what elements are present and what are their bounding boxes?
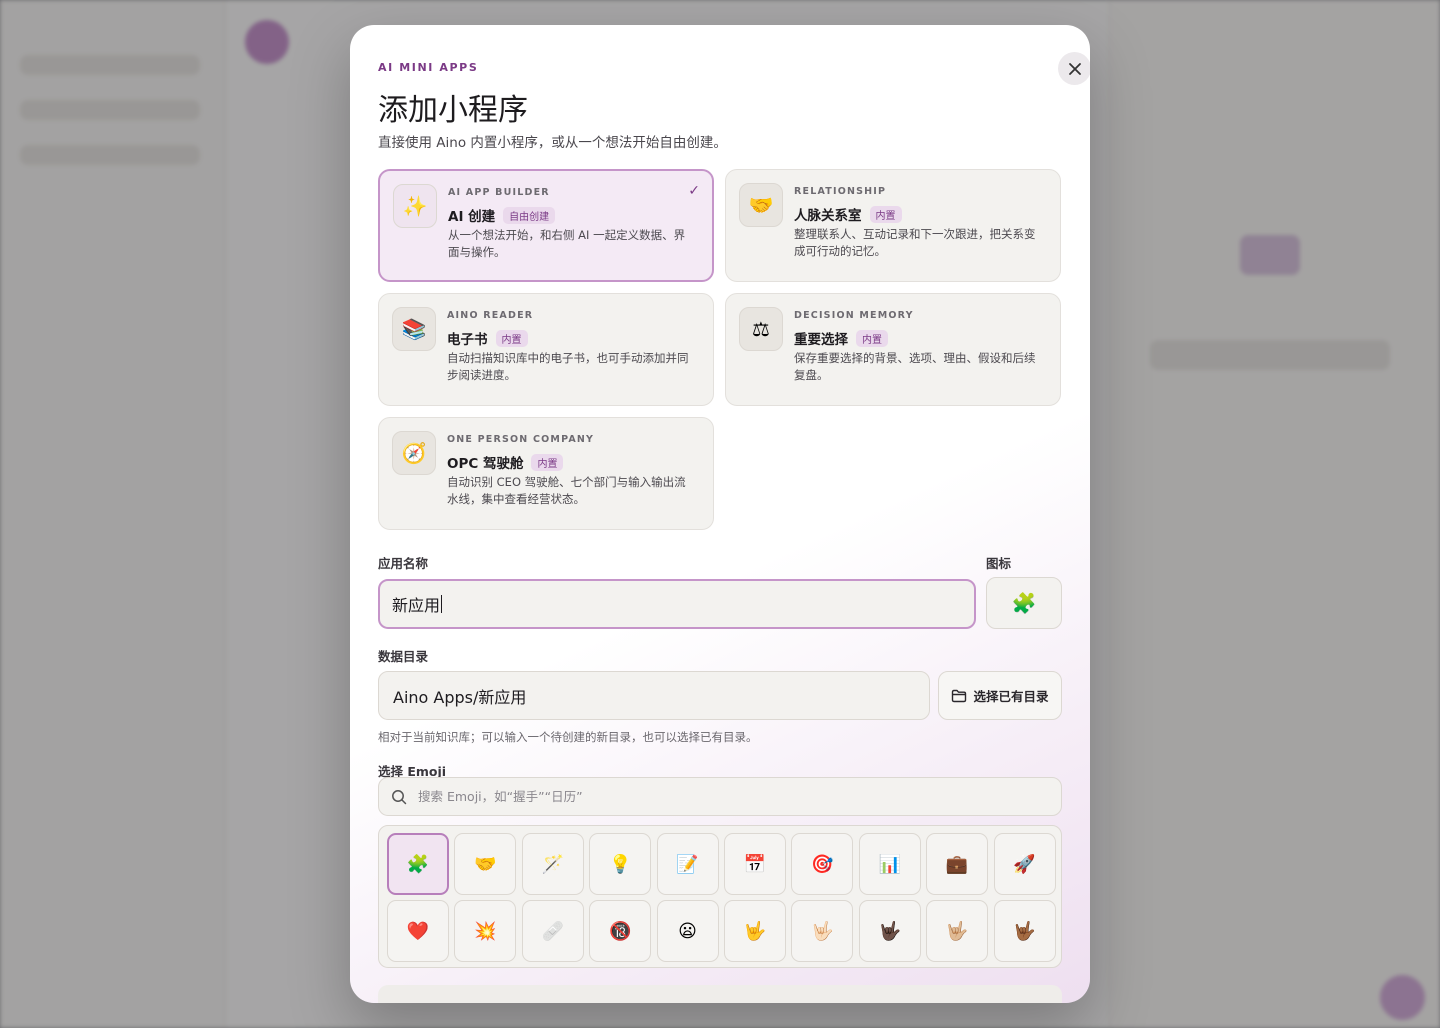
emoji-option[interactable]: 📅 [723, 833, 786, 895]
data-dir-value: Aino Apps/新应用 [393, 687, 527, 707]
card-kicker: DECISION MEMORY [794, 310, 914, 321]
emoji-option[interactable]: 🚀 [993, 833, 1056, 895]
data-dir-hint: 相对于当前知识库；可以输入一个待创建的新目录，也可以选择已有目录。 [378, 730, 758, 744]
card-badge: 内置 [531, 453, 564, 471]
choose-existing-dir-button[interactable]: 选择已有目录 [938, 671, 1062, 720]
close-button[interactable] [1058, 52, 1090, 85]
emoji-grid: 🧩 🤝 🪄 💡 📝 📅 🎯 📊 💼 🚀 ❤️ 💥 🩹 🔞 😦 🤟 🤟🏻 🤟🏿 🤟… [378, 825, 1062, 968]
emoji-option[interactable]: 📝 [656, 833, 719, 895]
dialog-subtitle: 直接使用 Aino 内置小程序，或从一个想法开始自由创建。 [378, 135, 727, 151]
dialog-title: 添加小程序 [378, 93, 528, 128]
card-kicker: AINO READER [447, 310, 534, 321]
check-icon: ✓ [688, 183, 700, 199]
card-description: 自动扫描知识库中的电子书，也可手动添加并同步阅读进度。 [447, 351, 689, 382]
next-section-peek [378, 985, 1062, 1003]
card-kicker: ONE PERSON COMPANY [447, 434, 595, 445]
emoji-option[interactable]: 🤝 [454, 833, 517, 895]
card-description: 从一个想法开始，和右侧 AI 一起定义数据、界面与操作。 [448, 228, 686, 259]
app-name-input[interactable]: 新应用 [378, 579, 976, 629]
icon-label: 图标 [986, 556, 1012, 571]
card-badge: 自由创建 [503, 206, 556, 224]
choose-dir-label: 选择已有目录 [973, 689, 1049, 704]
card-name: OPC 驾驶舱 内置 [447, 452, 564, 472]
data-dir-label: 数据目录 [378, 649, 429, 664]
card-badge: 内置 [856, 329, 888, 347]
emoji-option[interactable]: 💥 [454, 900, 517, 962]
app-name-value: 新应用 [392, 596, 441, 615]
card-badge: 内置 [869, 205, 902, 223]
sparkles-icon: ✨ [393, 184, 437, 228]
emoji-search [378, 777, 1062, 816]
puzzle-icon: 🧩 [1011, 591, 1037, 615]
card-description: 保存重要选择的背景、选项、理由、假设和后续复盘。 [794, 351, 1036, 382]
emoji-option[interactable]: 🩹 [521, 900, 584, 962]
data-dir-input[interactable]: Aino Apps/新应用 [378, 671, 930, 720]
emoji-option[interactable]: ❤️ [387, 900, 449, 962]
emoji-option[interactable]: 🎯 [791, 833, 854, 895]
emoji-option[interactable]: 😦 [656, 900, 719, 962]
template-card-reader[interactable]: 📚 AINO READER 电子书 内置 自动扫描知识库中的电子书，也可手动添加并… [378, 293, 714, 406]
card-description: 整理联系人、互动记录和下一次跟进，把关系变成可行动的记忆。 [794, 227, 1036, 258]
emoji-option[interactable]: 💼 [926, 833, 989, 895]
emoji-search-input[interactable] [416, 788, 1020, 805]
emoji-option[interactable]: 🪄 [521, 833, 584, 895]
card-name: 电子书 内置 [447, 328, 528, 348]
emoji-option[interactable]: 🤟🏿 [858, 900, 921, 962]
card-title: 人脉关系室 [794, 208, 862, 224]
card-name: 重要选择 内置 [794, 328, 888, 348]
template-card-ai-builder[interactable]: ✨ AI APP BUILDER AI 创建 自由创建 从一个想法开始，和右侧 A… [378, 169, 714, 282]
emoji-option[interactable]: 🤟🏾 [993, 900, 1056, 962]
template-card-relationship[interactable]: 🤝 RELATIONSHIP 人脉关系室 内置 整理联系人、互动记录和下一次跟进，… [725, 169, 1061, 282]
card-title: 电子书 [447, 332, 488, 348]
template-card-decision[interactable]: ⚖ DECISION MEMORY 重要选择 内置 保存重要选择的背景、选项、理由… [725, 293, 1061, 406]
dialog-eyebrow: AI MINI APPS [378, 61, 479, 74]
emoji-option[interactable]: 🤟🏼 [926, 900, 989, 962]
template-card-opc[interactable]: 🧭 ONE PERSON COMPANY OPC 驾驶舱 内置 自动识别 CEO … [378, 417, 714, 530]
card-badge: 内置 [495, 329, 528, 347]
emoji-option[interactable]: 🤟🏻 [791, 900, 854, 962]
emoji-option[interactable]: 🔞 [589, 900, 652, 962]
books-icon: 📚 [392, 307, 436, 351]
card-kicker: RELATIONSHIP [794, 186, 887, 197]
card-title: AI 创建 [448, 209, 496, 225]
card-title: OPC 驾驶舱 [447, 456, 524, 472]
handshake-icon: 🤝 [739, 183, 783, 227]
emoji-option[interactable]: 💡 [589, 833, 652, 895]
card-kicker: AI APP BUILDER [448, 187, 550, 198]
emoji-option[interactable]: 🤟 [723, 900, 786, 962]
close-icon [1068, 62, 1081, 75]
icon-picker-button[interactable]: 🧩 [986, 577, 1062, 629]
card-name: AI 创建 自由创建 [448, 205, 556, 225]
emoji-option[interactable]: 🧩 [387, 833, 449, 895]
search-icon [392, 789, 407, 804]
text-caret [441, 595, 443, 613]
card-description: 自动识别 CEO 驾驶舱、七个部门与输入输出流水线，集中查看经营状态。 [447, 475, 686, 506]
card-title: 重要选择 [794, 332, 848, 348]
card-name: 人脉关系室 内置 [794, 204, 902, 224]
folder-icon [952, 689, 967, 702]
add-mini-app-dialog: AI MINI APPS 添加小程序 直接使用 Aino 内置小程序，或从一个想… [350, 25, 1090, 1003]
compass-icon: 🧭 [392, 431, 436, 475]
scales-icon: ⚖ [739, 307, 783, 351]
emoji-option[interactable]: 📊 [858, 833, 921, 895]
app-name-label: 应用名称 [378, 556, 429, 571]
